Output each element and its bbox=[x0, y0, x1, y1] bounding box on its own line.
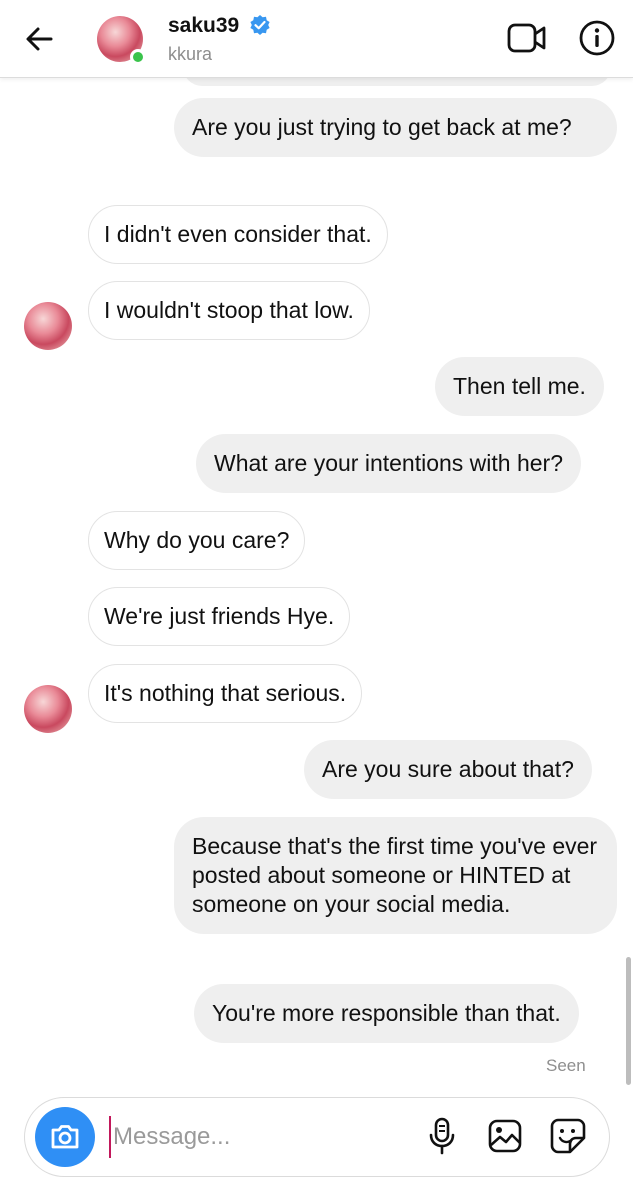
message-bubble-sent[interactable]: Are you sure about that? bbox=[304, 740, 592, 799]
online-status-dot bbox=[130, 49, 146, 65]
sticker-icon[interactable] bbox=[549, 1117, 587, 1155]
message-bubble-sent[interactable]: Because that's the first time you've eve… bbox=[174, 817, 617, 934]
video-call-icon[interactable] bbox=[506, 20, 548, 56]
sender-avatar[interactable] bbox=[24, 302, 72, 350]
gallery-icon[interactable] bbox=[487, 1118, 523, 1154]
message-input[interactable] bbox=[109, 1116, 399, 1158]
chat-header: saku39 kkura bbox=[0, 0, 633, 78]
message-bubble-received[interactable]: We're just friends Hye. bbox=[88, 587, 351, 646]
message-thread[interactable]: Are you just trying to get back at me? I… bbox=[0, 78, 633, 1090]
message-bubble-sent[interactable]: You're more responsible than that. bbox=[194, 984, 579, 1043]
camera-icon bbox=[51, 1125, 79, 1149]
header-avatar[interactable] bbox=[97, 16, 146, 65]
previous-message-bubble bbox=[183, 78, 611, 86]
message-bubble-sent[interactable]: Then tell me. bbox=[435, 357, 604, 416]
message-bubble-sent[interactable]: What are your intentions with her? bbox=[196, 434, 582, 493]
message-bubble-sent[interactable]: Are you just trying to get back at me? bbox=[174, 98, 617, 157]
chat-username[interactable]: saku39 bbox=[168, 14, 239, 38]
message-bubble-received[interactable]: I didn't even consider that. bbox=[88, 205, 388, 264]
scrollbar[interactable] bbox=[626, 957, 631, 1085]
seen-status: Seen bbox=[546, 1056, 586, 1075]
message-bubble-received[interactable]: It's nothing that serious. bbox=[88, 664, 363, 723]
microphone-icon[interactable] bbox=[425, 1116, 459, 1156]
message-composer bbox=[24, 1097, 610, 1177]
chat-subtitle: kkura bbox=[168, 44, 213, 64]
message-bubble-received[interactable]: Why do you care? bbox=[88, 511, 306, 570]
info-icon[interactable] bbox=[578, 19, 616, 57]
verified-badge-icon bbox=[250, 15, 270, 35]
message-bubble-received[interactable]: I wouldn't stoop that low. bbox=[88, 281, 370, 340]
back-arrow-icon[interactable] bbox=[22, 22, 56, 56]
camera-button[interactable] bbox=[35, 1107, 95, 1167]
sender-avatar[interactable] bbox=[24, 685, 72, 733]
